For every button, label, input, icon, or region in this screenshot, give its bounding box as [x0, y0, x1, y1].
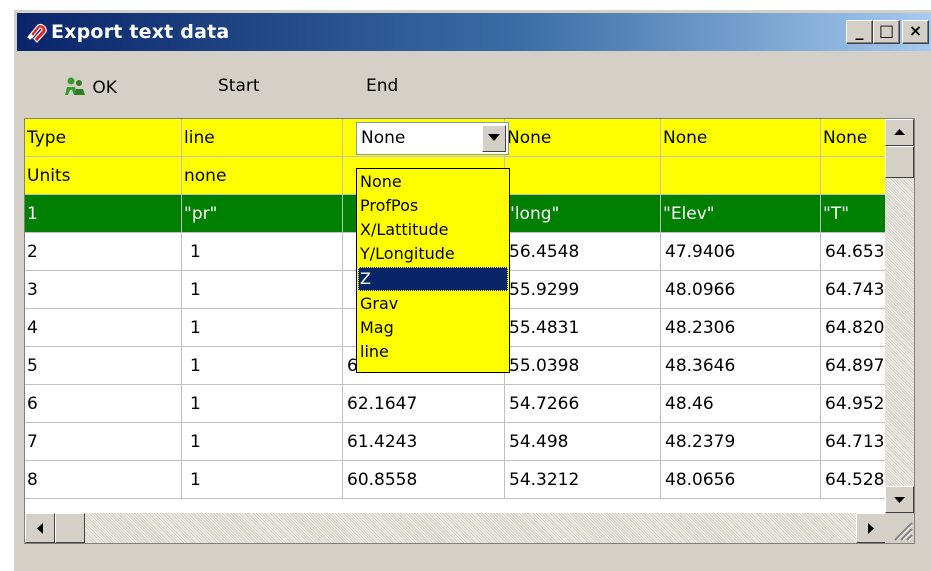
- grid-cell[interactable]: 55.9299: [505, 271, 661, 309]
- grid-cell[interactable]: 48.0656: [661, 461, 821, 499]
- type-combo[interactable]: None: [356, 122, 509, 155]
- grid-cell[interactable]: 64.6531: [821, 233, 891, 271]
- end-button[interactable]: End: [366, 76, 398, 96]
- grid-cell[interactable]: 62.1647: [343, 385, 505, 423]
- export-dialog: Export text data _ □ × OK Start End Type…: [13, 9, 931, 571]
- grid-cell[interactable]: 7: [25, 423, 182, 461]
- people-icon: [63, 76, 87, 96]
- grid-cell[interactable]: [661, 157, 821, 195]
- close-button[interactable]: ×: [902, 20, 929, 44]
- grid-cell[interactable]: None: [821, 119, 891, 157]
- start-label: Start: [218, 76, 260, 96]
- window-title: Export text data: [51, 21, 230, 43]
- grid-cell[interactable]: 54.3212: [505, 461, 661, 499]
- option-mag[interactable]: Mag: [358, 316, 508, 340]
- grid-cell[interactable]: 1: [182, 461, 343, 499]
- grid-cell[interactable]: 1: [182, 423, 343, 461]
- grid-cell[interactable]: line: [182, 119, 343, 157]
- grid-cell[interactable]: 64.8203: [821, 309, 891, 347]
- grid-cell[interactable]: 47.9406: [661, 233, 821, 271]
- close-icon: ×: [908, 21, 923, 40]
- grid-cell[interactable]: none: [182, 157, 343, 195]
- type-dropdown-list: None ProfPos X/Lattitude Y/Longitude Z G…: [356, 168, 510, 373]
- vertical-scrollbar[interactable]: [885, 119, 914, 513]
- option-y-longitude[interactable]: Y/Longitude: [358, 242, 508, 266]
- grid-cell[interactable]: None: [505, 119, 661, 157]
- grid-cell[interactable]: 64.8975: [821, 347, 891, 385]
- arrow-up-icon: [894, 129, 905, 135]
- maximize-button[interactable]: □: [873, 20, 900, 44]
- scroll-down-button[interactable]: [885, 486, 914, 513]
- grid-cell[interactable]: 48.46: [661, 385, 821, 423]
- option-line[interactable]: line: [358, 340, 508, 364]
- arrow-right-icon: [868, 523, 874, 534]
- ok-button[interactable]: OK: [63, 76, 117, 98]
- grid-cell[interactable]: Type: [25, 119, 182, 157]
- grid-cell[interactable]: 61.4243: [343, 423, 505, 461]
- grid-cell[interactable]: 54.498: [505, 423, 661, 461]
- option-x-lattitude[interactable]: X/Lattitude: [358, 218, 508, 242]
- grid-cell[interactable]: [505, 157, 661, 195]
- magnet-icon: [25, 22, 49, 44]
- ok-label: OK: [92, 78, 117, 98]
- resize-grip-icon: [894, 522, 913, 541]
- grid-cell[interactable]: 55.0398: [505, 347, 661, 385]
- option-profpos[interactable]: ProfPos: [358, 194, 508, 218]
- grid-cell[interactable]: Units: [25, 157, 182, 195]
- grid-cell[interactable]: 56.4548: [505, 233, 661, 271]
- grid-cell[interactable]: 5: [25, 347, 182, 385]
- grid-cell[interactable]: 48.3646: [661, 347, 821, 385]
- scroll-left-button[interactable]: [25, 513, 55, 543]
- maximize-icon: □: [878, 21, 895, 40]
- dropdown-button[interactable]: [482, 125, 506, 152]
- grid-cell[interactable]: "pr": [182, 195, 343, 233]
- grid-cell[interactable]: 48.2306: [661, 309, 821, 347]
- toolbar: OK Start End: [17, 56, 931, 120]
- grid-cell[interactable]: 6: [25, 385, 182, 423]
- end-label: End: [366, 76, 399, 96]
- grid-cell[interactable]: 60.8558: [343, 461, 505, 499]
- grid-cell[interactable]: 64.5282: [821, 461, 891, 499]
- grid-cell[interactable]: 2: [25, 233, 182, 271]
- grid-cell[interactable]: 8: [25, 461, 182, 499]
- grid-cell[interactable]: "T": [821, 195, 891, 233]
- grid-cell[interactable]: 54.7266: [505, 385, 661, 423]
- option-z[interactable]: Z: [358, 267, 508, 291]
- grid-cell[interactable]: 1: [182, 309, 343, 347]
- grid-cell[interactable]: 1: [182, 271, 343, 309]
- hscroll-thumb[interactable]: [55, 513, 85, 543]
- grid-cell[interactable]: 1: [182, 233, 343, 271]
- grid-cell[interactable]: 55.4831: [505, 309, 661, 347]
- grid-cell[interactable]: 64.743: [821, 271, 891, 309]
- grid-cell[interactable]: 4: [25, 309, 182, 347]
- grid-cell[interactable]: 48.2379: [661, 423, 821, 461]
- grid-cell[interactable]: 1: [182, 347, 343, 385]
- grid-cell[interactable]: 1: [25, 195, 182, 233]
- grid-cell[interactable]: [821, 157, 891, 195]
- minimize-icon: _: [855, 21, 864, 40]
- option-grav[interactable]: Grav: [358, 292, 508, 316]
- arrow-left-icon: [37, 523, 43, 534]
- grid-cell[interactable]: "long": [505, 195, 661, 233]
- grid-cell[interactable]: None: [661, 119, 821, 157]
- grid-cell[interactable]: 48.0966: [661, 271, 821, 309]
- chevron-down-icon: [488, 134, 500, 141]
- scroll-up-button[interactable]: [885, 119, 914, 146]
- combo-value: None: [361, 128, 406, 148]
- scroll-thumb[interactable]: [885, 146, 914, 178]
- grid-cell[interactable]: 3: [25, 271, 182, 309]
- start-button[interactable]: Start: [218, 76, 260, 96]
- scroll-right-button[interactable]: [856, 513, 886, 543]
- arrow-down-icon: [894, 497, 905, 503]
- option-none[interactable]: None: [358, 170, 508, 194]
- title-bar[interactable]: Export text data _ □ ×: [17, 13, 931, 51]
- size-grip[interactable]: [885, 513, 914, 543]
- minimize-button[interactable]: _: [846, 20, 873, 44]
- horizontal-scrollbar[interactable]: [25, 513, 886, 543]
- data-grid[interactable]: Type line None None None Units none 1 "p…: [24, 118, 915, 544]
- grid-cell[interactable]: 64.9524: [821, 385, 891, 423]
- grid-cell[interactable]: 1: [182, 385, 343, 423]
- grid-cell[interactable]: "Elev": [661, 195, 821, 233]
- grid-cell[interactable]: 64.7136: [821, 423, 891, 461]
